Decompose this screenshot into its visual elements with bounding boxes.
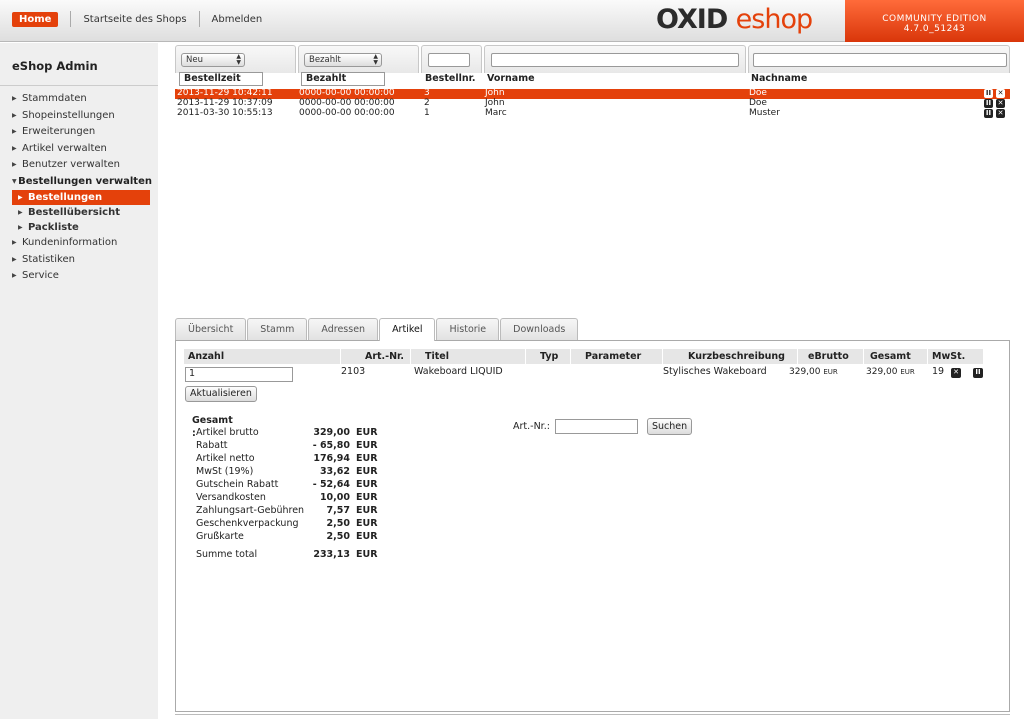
detail-tabs: Übersicht Stamm Adressen Artikel Histori…	[175, 318, 579, 341]
filter-cell-firstname	[484, 45, 746, 73]
chevron-right-icon: ▶	[12, 144, 17, 152]
sidebar-item-artikel-verwalten[interactable]: ▶ Artikel verwalten	[12, 141, 152, 158]
header-paid[interactable]: Bezahlt	[301, 72, 385, 86]
chevron-right-icon: ▶	[12, 95, 17, 102]
article-panel: Anzahl Art.-Nr. Titel Typ Parameter Kurz…	[175, 340, 1010, 712]
sidebar-item-packliste[interactable]: ▶ Packliste	[12, 220, 152, 235]
filter-cell-ordertime: Neu ▲ ▼	[175, 45, 296, 73]
article-brutto: 329,00 EUR	[789, 367, 838, 377]
chevron-right-icon: ▶	[12, 111, 17, 119]
edition-badge: COMMUNITY EDITION 4.7.0_51243	[845, 0, 1024, 42]
pause-icon[interactable]: II	[984, 99, 993, 108]
ordernr-filter-input[interactable]	[428, 53, 470, 67]
nav-separator	[70, 11, 72, 27]
paid-filter-select[interactable]: Bezahlt ▲ ▼	[304, 53, 382, 67]
logout-link[interactable]: Abmelden	[212, 14, 263, 25]
sidebar-item-erweiterungen[interactable]: ▶ Erweiterungen	[12, 124, 152, 141]
status-filter-select[interactable]: Neu ▲ ▼	[181, 53, 245, 67]
col-header-shortdesc: Kurzbeschreibung	[663, 349, 798, 364]
quantity-input[interactable]: 1	[185, 367, 293, 382]
pause-icon[interactable]: II	[984, 109, 993, 118]
sidebar-item-service[interactable]: ▶ Service	[12, 268, 152, 285]
spinner-icon: ▲ ▼	[236, 53, 241, 66]
chevron-right-icon: ▶	[12, 255, 17, 263]
top-bar: Home Startseite des Shops Abmelden OXID …	[0, 0, 1024, 42]
chevron-right-icon: ▶	[18, 209, 23, 216]
sidebar-title: eShop Admin	[12, 59, 98, 73]
sidebar-divider	[0, 85, 158, 86]
artnr-search-input[interactable]	[555, 419, 638, 434]
tab-historie[interactable]: Historie	[436, 318, 500, 340]
header-firstname[interactable]: Vorname	[487, 73, 535, 85]
spinner-icon: ▲ ▼	[373, 53, 378, 66]
col-header-type: Typ	[526, 349, 571, 364]
oxid-eshop-logo: OXID eshop	[656, 4, 813, 35]
tab-uebersicht[interactable]: Übersicht	[175, 318, 247, 340]
sidebar-item-shopeinstellungen[interactable]: ▶ Shopeinstellungen	[12, 108, 152, 125]
header-ordertime[interactable]: Bestellzeit	[179, 72, 263, 86]
chevron-right-icon: ▶	[12, 239, 17, 246]
delete-icon[interactable]: ✕	[996, 109, 1005, 118]
sidebar-item-bestellungen-verwalten[interactable]: ▼ Bestellungen verwalten	[12, 174, 152, 191]
col-header-params: Parameter	[571, 349, 663, 364]
article-shortdesc: Stylisches Wakeboard	[663, 366, 767, 377]
tab-stamm[interactable]: Stamm	[247, 318, 308, 340]
firstname-filter-input[interactable]	[491, 53, 739, 67]
tab-downloads[interactable]: Downloads	[500, 318, 579, 340]
delete-icon[interactable]: ✕	[951, 368, 961, 378]
sidebar-item-benutzer-verwalten[interactable]: ▶ Benutzer verwalten	[12, 157, 152, 174]
edition-version: 4.7.0_51243	[903, 24, 966, 34]
chevron-right-icon: ▶	[12, 128, 17, 135]
article-title: Wakeboard LIQUID	[414, 366, 503, 377]
tab-adressen[interactable]: Adressen	[308, 318, 379, 340]
nav-separator	[198, 11, 200, 27]
sidebar-item-bestellungen[interactable]: ▶ Bestellungen	[12, 190, 150, 205]
delete-icon[interactable]: ✕	[996, 99, 1005, 108]
edition-name: COMMUNITY EDITION	[882, 14, 987, 24]
bottom-divider	[175, 714, 1010, 715]
tab-artikel[interactable]: Artikel	[379, 318, 436, 341]
search-label: Art.-Nr.:	[513, 421, 550, 432]
article-number: 2103	[341, 366, 366, 377]
filter-cell-ordernr	[421, 45, 482, 73]
update-button[interactable]: Aktualisieren	[185, 386, 257, 402]
chevron-right-icon: ▶	[12, 272, 17, 279]
sidebar-item-bestelluebersicht[interactable]: ▶ Bestellübersicht	[12, 205, 152, 220]
chevron-right-icon: ▶	[12, 161, 17, 168]
sidebar-item-kundeninformation[interactable]: ▶ Kundeninformation	[12, 235, 152, 252]
lastname-filter-input[interactable]	[753, 53, 1007, 67]
chevron-right-icon: ▶	[18, 194, 23, 201]
pause-icon[interactable]: II	[984, 89, 993, 98]
filter-cell-paid: Bezahlt ▲ ▼	[298, 45, 419, 73]
sidebar-menu: ▶ Stammdaten ▶ Shopeinstellungen ▶ Erweiter…	[12, 91, 152, 285]
search-button[interactable]: Suchen	[647, 418, 693, 435]
top-nav: Home Startseite des Shops Abmelden	[12, 11, 262, 27]
pause-icon[interactable]: II	[973, 368, 983, 378]
article-total: 329,00 EUR	[866, 367, 915, 377]
header-ordernr[interactable]: Bestellnr.	[425, 73, 476, 85]
sidebar: eShop Admin ▶ Stammdaten ▶ Shopeinstellung…	[0, 43, 158, 719]
sidebar-item-stammdaten[interactable]: ▶ Stammdaten	[12, 91, 152, 108]
article-vat: 19	[932, 366, 945, 377]
col-header-title: Titel	[411, 349, 526, 364]
shop-start-link[interactable]: Startseite des Shops	[83, 14, 186, 25]
table-row[interactable]: 2011-03-30 10:55:13 0000-00-00 00:00:00 1 M…	[175, 108, 1010, 119]
col-header-vat: MwSt.	[928, 349, 984, 364]
home-button[interactable]: Home	[12, 11, 59, 27]
sidebar-item-statistiken[interactable]: ▶ Statistiken	[12, 252, 152, 269]
header-lastname[interactable]: Nachname	[751, 73, 807, 85]
col-header-artnr: Art.-Nr.	[341, 349, 411, 364]
col-header-brutto: eBrutto	[798, 349, 864, 364]
chevron-right-icon: ▶	[18, 224, 23, 231]
filter-cell-lastname	[748, 45, 1010, 73]
delete-icon[interactable]: ✕	[996, 89, 1005, 98]
col-header-qty: Anzahl	[184, 349, 341, 364]
col-header-total: Gesamt	[864, 349, 928, 364]
